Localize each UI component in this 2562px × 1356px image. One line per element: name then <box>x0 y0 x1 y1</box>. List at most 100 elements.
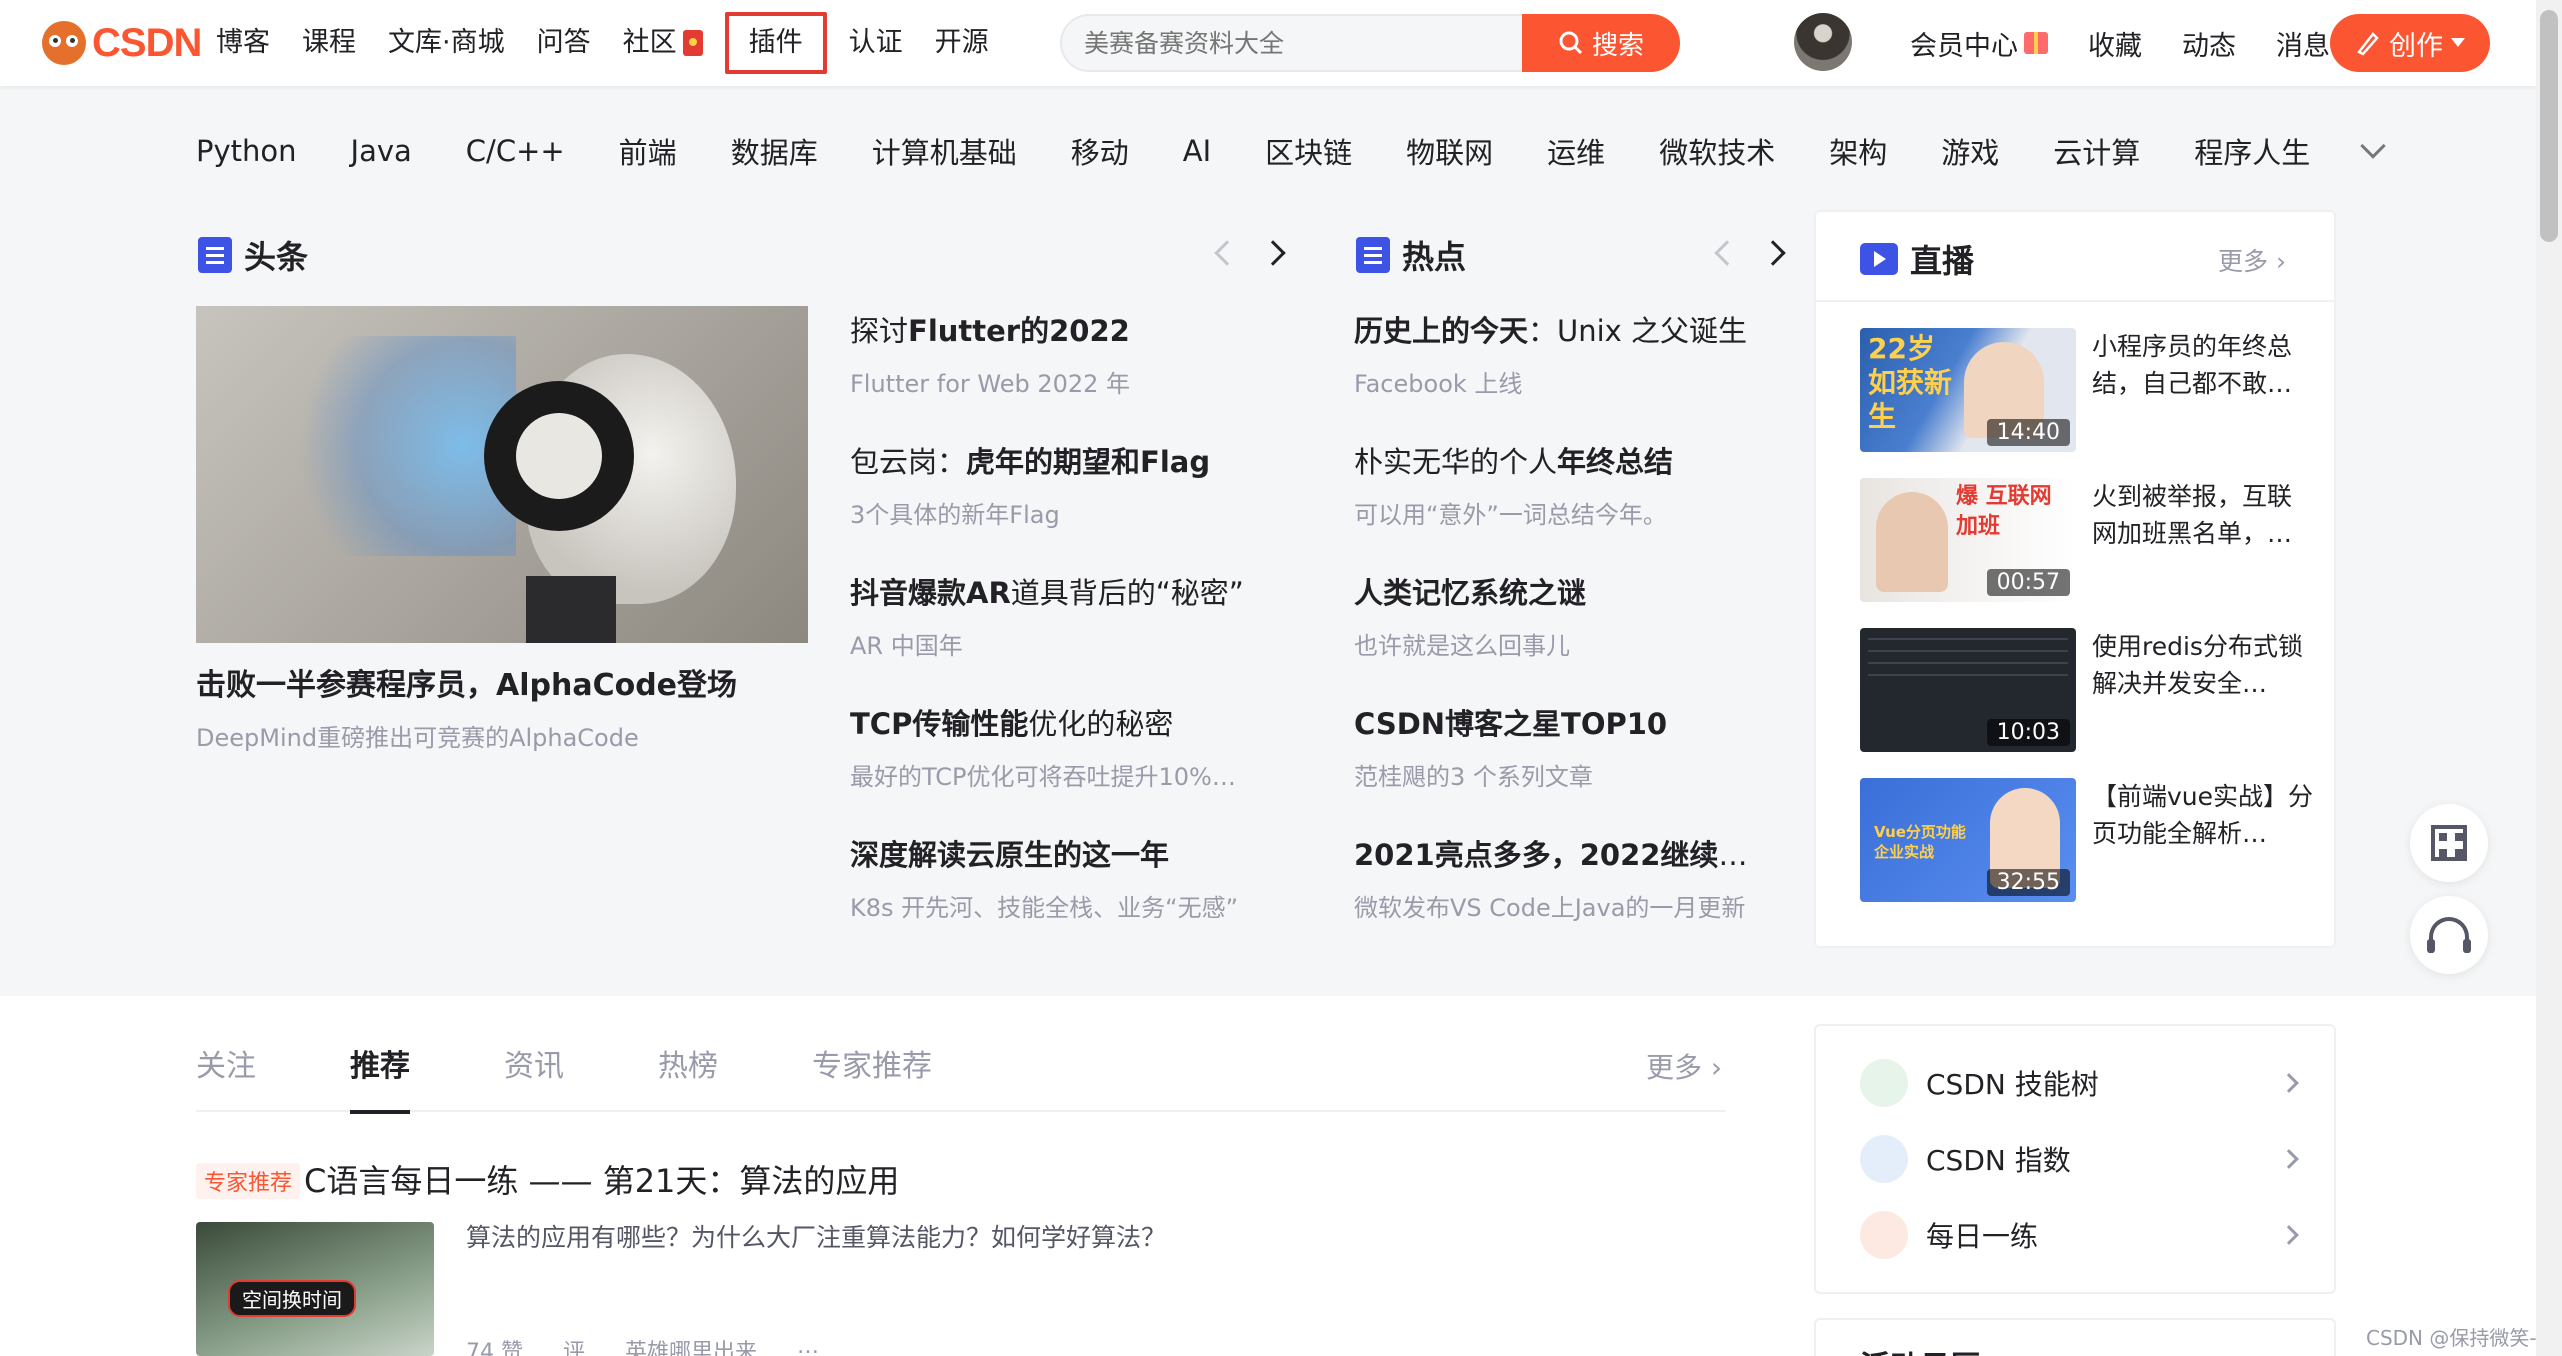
hero-title[interactable]: 击败一半参赛程序员，AlphaCode登场 <box>196 660 737 704</box>
tab-follow[interactable]: 关注 <box>196 1036 256 1112</box>
list-item[interactable]: 包云岗：虎年的期望和Flag 3个具体的新年Flag <box>850 439 1270 570</box>
nav-favorites[interactable]: 收藏 <box>2068 24 2162 63</box>
chevron-right-icon <box>2279 1149 2299 1169</box>
live-more-link[interactable]: 更多 › <box>2218 242 2286 278</box>
side-link-index[interactable]: CSDN 指数 <box>1860 1130 2300 1188</box>
category-mobile[interactable]: 移动 <box>1071 130 1129 172</box>
pen-icon <box>2357 32 2379 56</box>
side-link-skill-tree[interactable]: CSDN 技能树 <box>1860 1054 2300 1112</box>
customer-service-button[interactable] <box>2410 896 2488 974</box>
top-nav: 博客 课程 文库·商城 问答 社区 插件 认证 开源 <box>200 0 1005 86</box>
list-item[interactable]: TCP传输性能优化的秘密 最好的TCP优化可将吞吐提升10%… <box>850 701 1270 832</box>
list-item[interactable]: 探讨Flutter的2022 Flutter for Web 2022 年 <box>850 308 1270 439</box>
live-item-title: 火到被举报，互联网加班黑名单，… <box>2092 482 2293 548</box>
news-subtitle: 可以用“意外”一词总结今年。 <box>1354 501 1667 529</box>
category-database[interactable]: 数据库 <box>731 130 818 172</box>
tab-expert[interactable]: 专家推荐 <box>812 1036 932 1112</box>
nav-library[interactable]: 文库·商城 <box>372 14 521 72</box>
headline-section-title: 头条 <box>198 232 308 278</box>
chevron-left-icon[interactable] <box>1214 240 1240 266</box>
chevron-down-icon[interactable] <box>2360 133 2386 159</box>
side-link-daily-practice[interactable]: 每日一练 <box>1860 1206 2300 1264</box>
author-name[interactable]: 英雄哪里出来 <box>625 1334 757 1356</box>
list-item[interactable]: 2021亮点多多，2022继续改进 微软发布VS Code上Java的一月更新 <box>1354 832 1774 963</box>
category-cs-basics[interactable]: 计算机基础 <box>872 130 1017 172</box>
category-blockchain[interactable]: 区块链 <box>1265 130 1352 172</box>
scrollbar-thumb[interactable] <box>2540 10 2558 242</box>
like-count[interactable]: 74 赞 <box>466 1334 523 1356</box>
category-ops[interactable]: 运维 <box>1547 130 1605 172</box>
watermark: CSDN @保持微笑-泽 <box>2366 1326 2557 1350</box>
live-item[interactable]: 22岁如获新生 14:40 小程序员的年终总结，自己都不敢… <box>1860 328 2310 452</box>
headline-title: 头条 <box>244 238 309 276</box>
news-title: 抖音爆款AR道具背后的“秘密” <box>850 576 1244 610</box>
live-item[interactable]: Vue分页功能 企业实战 32:55 【前端vue实战】分页功能全解析… <box>1860 778 2313 902</box>
chevron-left-icon[interactable] <box>1714 240 1740 266</box>
article-thumbnail[interactable]: 空间换时间 <box>196 1222 434 1356</box>
nav-qa[interactable]: 问答 <box>521 14 607 72</box>
chevron-right-icon[interactable] <box>1260 240 1286 266</box>
nav-certification[interactable]: 认证 <box>833 14 919 72</box>
nav-activity[interactable]: 动态 <box>2162 24 2256 63</box>
qr-code-button[interactable] <box>2410 804 2488 882</box>
news-title: 历史上的今天：Unix 之父诞生 <box>1354 314 1748 348</box>
feed-more-link[interactable]: 更多 › <box>1646 1046 1722 1086</box>
search-button[interactable]: 搜索 <box>1522 14 1680 72</box>
live-item[interactable]: 爆 互联网 加班 00:57 火到被举报，互联网加班黑名单，… <box>1860 478 2310 602</box>
category-ai[interactable]: AI <box>1183 134 1211 168</box>
category-programmer-life[interactable]: 程序人生 <box>2194 130 2310 172</box>
video-duration: 32:55 <box>1986 869 2070 896</box>
more-options[interactable]: … <box>797 1334 819 1356</box>
list-item[interactable]: 深度解读云原生的这一年 K8s 开先河、技能全栈、业务“无感” <box>850 832 1270 963</box>
category-frontend[interactable]: 前端 <box>619 130 677 172</box>
right-nav: 会员中心 收藏 动态 消息 <box>1890 0 2350 86</box>
tab-hot-list[interactable]: 热榜 <box>658 1036 718 1112</box>
nav-opensource[interactable]: 开源 <box>919 14 1005 72</box>
create-button[interactable]: 创作 <box>2330 14 2490 72</box>
news-subtitle: Flutter for Web 2022 年 <box>850 370 1131 398</box>
feed-tabs: 关注 推荐 资讯 热榜 专家推荐 <box>196 1036 1726 1114</box>
hero-subtitle: DeepMind重磅推出可竞赛的AlphaCode <box>196 724 639 752</box>
avatar[interactable] <box>1794 13 1852 71</box>
category-iot[interactable]: 物联网 <box>1406 130 1493 172</box>
list-item[interactable]: 人类记忆系统之谜 也许就是这么回事儿 <box>1354 570 1774 701</box>
category-cpp[interactable]: C/C++ <box>466 134 565 168</box>
nav-plugin[interactable]: 插件 <box>724 12 827 74</box>
category-architecture[interactable]: 架构 <box>1829 130 1887 172</box>
nav-community[interactable]: 社区 <box>607 14 719 72</box>
gift-icon <box>2024 32 2048 54</box>
search-icon <box>1559 31 1583 55</box>
list-item[interactable]: 历史上的今天：Unix 之父诞生 Facebook 上线 <box>1354 308 1774 439</box>
nav-blog[interactable]: 博客 <box>200 14 286 72</box>
list-item[interactable]: 朴实无华的个人年终总结 可以用“意外”一词总结今年。 <box>1354 439 1774 570</box>
thumbnail-caption: 空间换时间 <box>228 1280 356 1317</box>
live-item[interactable]: 10:03 使用redis分布式锁解决并发安全… <box>1860 628 2310 752</box>
live-card: 直播 更多 › 22岁如获新生 14:40 小程序员的年终总结，自己都不敢… 爆… <box>1814 210 2336 948</box>
nav-course[interactable]: 课程 <box>286 14 372 72</box>
comment-link[interactable]: 评 <box>563 1334 585 1356</box>
category-games[interactable]: 游戏 <box>1941 130 1999 172</box>
list-item[interactable]: CSDN博客之星TOP10 范桂飓的3 个系列文章 <box>1354 701 1774 832</box>
news-title: 朴实无华的个人年终总结 <box>1354 445 1674 479</box>
list-item[interactable]: 抖音爆款AR道具背后的“秘密” AR 中国年 <box>850 570 1270 701</box>
category-java[interactable]: Java <box>351 134 412 168</box>
scrollbar[interactable] <box>2536 0 2562 1356</box>
news-subtitle: AR 中国年 <box>850 632 963 660</box>
live-title: 直播 <box>1910 242 1975 280</box>
live-item-title: 使用redis分布式锁解决并发安全… <box>2092 632 2303 698</box>
article-description: 算法的应用有哪些？为什么大厂注重算法能力？如何学好算法？ <box>466 1223 1167 1252</box>
tab-recommend[interactable]: 推荐 <box>350 1036 410 1114</box>
headline-arrows <box>1214 240 1286 266</box>
category-python[interactable]: Python <box>196 134 297 168</box>
category-cloud[interactable]: 云计算 <box>2053 130 2140 172</box>
tab-news[interactable]: 资讯 <box>504 1036 564 1112</box>
category-microsoft[interactable]: 微软技术 <box>1659 130 1775 172</box>
news-title: 人类记忆系统之谜 <box>1354 576 1587 610</box>
chevron-right-icon[interactable] <box>1760 240 1786 266</box>
hero-image[interactable] <box>196 306 808 643</box>
article-title[interactable]: C语言每日一练 —— 第21天：算法的应用 <box>304 1156 899 1202</box>
csdn-logo[interactable]: CSDN <box>42 20 202 66</box>
chevron-right-icon: › <box>1710 1051 1723 1084</box>
search-input[interactable] <box>1060 14 1522 72</box>
nav-member-center[interactable]: 会员中心 <box>1890 24 2068 63</box>
